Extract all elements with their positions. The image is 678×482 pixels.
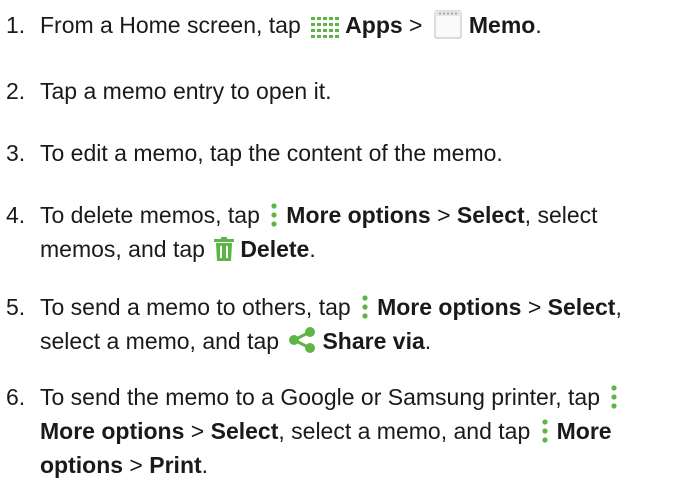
step-number: 4.: [6, 202, 26, 228]
more-options-label: More options: [286, 202, 431, 228]
step-text-part: , select a memo, and tap: [278, 418, 537, 444]
step-text: From a Home screen, tap Apps > Memo.: [40, 8, 672, 42]
memo-label: Memo: [468, 12, 536, 38]
punctuation: .: [424, 328, 432, 354]
print-label: Print: [149, 452, 202, 478]
step-text-part: To delete memos, tap: [40, 202, 267, 228]
separator: >: [184, 418, 211, 444]
step-text: To send a memo to others, tap More optio…: [40, 290, 672, 358]
trash-icon: [214, 236, 235, 261]
step-number: 5.: [6, 294, 26, 320]
step-text-part: To send the memo to a Google or Samsung …: [40, 384, 607, 410]
share-icon: [288, 326, 316, 353]
separator: >: [521, 294, 548, 320]
select-label: Select: [210, 418, 279, 444]
step-text: To send the memo to a Google or Samsung …: [40, 380, 640, 482]
more-options-label: More options: [40, 418, 185, 444]
apps-label: Apps: [345, 12, 403, 38]
select-label: Select: [547, 294, 616, 320]
step-number: 3.: [6, 140, 26, 166]
step-text-part: From a Home screen, tap: [40, 12, 308, 38]
more-options-label: More options: [377, 294, 522, 320]
memo-instructions: 1. From a Home screen, tap Apps > Memo. …: [0, 0, 678, 481]
punctuation: .: [201, 452, 209, 478]
step-text: Tap a memo entry to open it.: [40, 78, 332, 104]
memo-notepad-icon: [433, 9, 463, 39]
more-options-icon: [359, 294, 371, 319]
select-label: Select: [456, 202, 525, 228]
delete-label: Delete: [240, 236, 310, 262]
apps-grid-icon: [311, 13, 340, 38]
more-options-icon: [608, 384, 620, 409]
step-text-part: To send a memo to others, tap: [40, 294, 358, 320]
separator: >: [123, 452, 150, 478]
step-number: 6.: [6, 384, 26, 410]
step-text: To edit a memo, tap the content of the m…: [40, 140, 503, 166]
more-options-icon: [268, 202, 280, 227]
separator: >: [402, 12, 429, 38]
punctuation: .: [309, 236, 316, 262]
punctuation: .: [535, 12, 542, 38]
step-number: 1.: [6, 12, 26, 38]
step-text: To delete memos, tap More options > Sele…: [40, 198, 672, 266]
separator: >: [430, 202, 457, 228]
more-options-icon: [539, 418, 551, 443]
step-number: 2.: [6, 78, 26, 104]
share-via-label: Share via: [322, 328, 425, 354]
